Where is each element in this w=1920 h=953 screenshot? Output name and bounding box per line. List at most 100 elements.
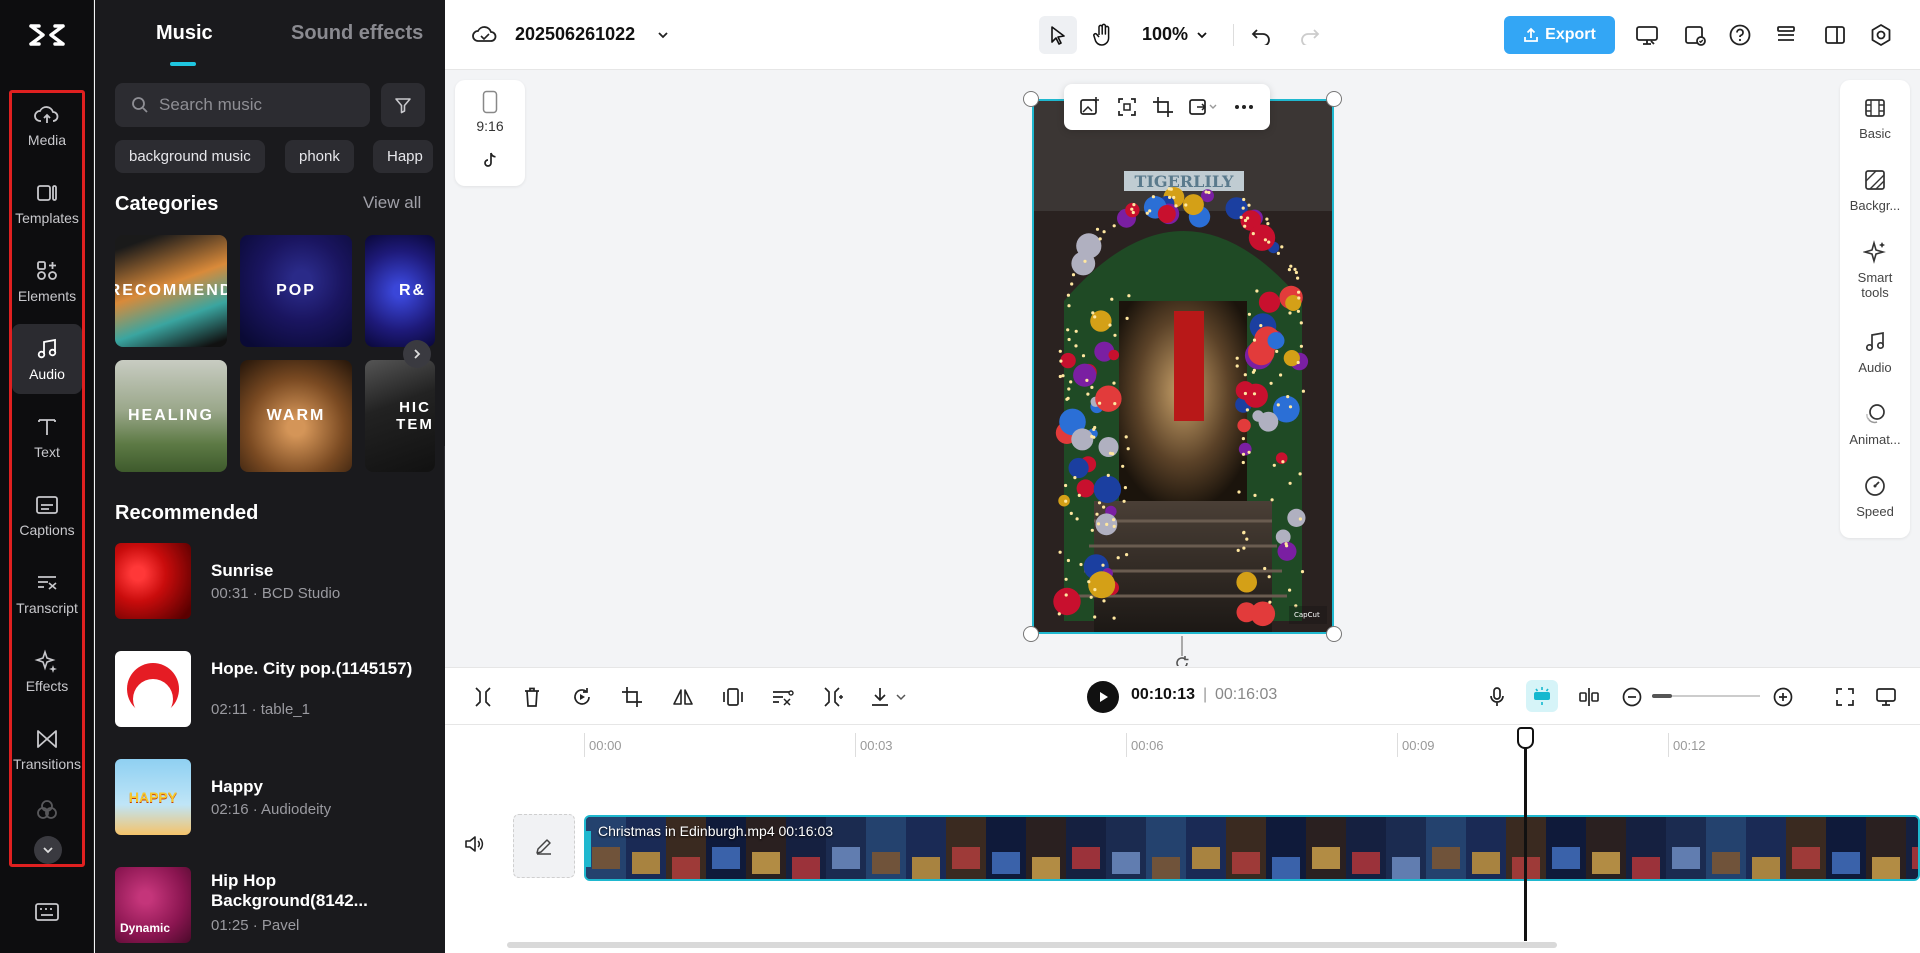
present-icon[interactable] [1632,20,1662,50]
replace-image-icon[interactable] [1188,96,1218,118]
split-audio-icon[interactable] [1576,684,1602,710]
panel-item-background[interactable]: Backgr... [1840,168,1910,213]
rail-item-transcript[interactable]: Transcript [12,558,82,628]
filter-icon [395,98,411,114]
project-name[interactable]: 202506261022 [515,24,635,45]
view-all-link[interactable]: View all [363,193,421,213]
category-rnb[interactable]: R& [365,235,435,347]
export-button[interactable]: Export [1504,16,1615,54]
tab-sound-effects[interactable]: Sound effects [291,22,423,45]
edit-cover-button[interactable] [513,814,575,878]
panel-item-smart-tools[interactable]: Smart tools [1840,240,1910,300]
layout-icon[interactable] [1820,20,1850,50]
aspect-ratio-card[interactable]: 9:16 [455,80,525,186]
timeline-scrollbar[interactable] [507,942,1557,948]
help-icon[interactable] [1725,20,1755,50]
track-volume-icon[interactable] [463,833,491,861]
video-clip[interactable]: Christmas in Edinburgh.mp4 00:16:03 [584,815,1920,881]
redo-icon[interactable] [1295,20,1325,50]
capcut-logo-icon[interactable] [27,18,67,52]
review-icon[interactable] [1680,20,1710,50]
ai-image-icon[interactable] [1079,96,1101,118]
rail-item-text[interactable]: Text [12,402,82,472]
speed-replay-icon[interactable] [569,684,595,710]
category-high-tempo[interactable]: HIC TEM [365,360,435,472]
zoom-chevron-icon[interactable] [1187,20,1217,50]
rail-more-button[interactable] [34,836,62,864]
fairy-light [1288,311,1292,315]
fairy-light [1061,374,1065,378]
settings-icon[interactable] [1866,20,1896,50]
track-item[interactable]: HAPPY Happy 02:16 · Audiodeity [115,759,435,835]
fairy-light [1059,359,1063,363]
categories-next-button[interactable] [403,340,431,368]
panel-item-basic[interactable]: Basic [1840,96,1910,141]
play-button[interactable] [1087,681,1119,713]
category-pop[interactable]: POP [240,235,352,347]
rail-item-effects[interactable]: Effects [12,636,82,706]
fit-frame-icon[interactable] [1116,96,1138,118]
track-item[interactable]: Sunrise 00:31 · BCD Studio [115,543,435,619]
rail-item-media[interactable]: Media [12,90,82,160]
category-recommend[interactable]: RECOMMEND [115,235,227,347]
download-menu-icon[interactable] [868,684,910,710]
category-warm[interactable]: WARM [240,360,352,472]
layers-icon[interactable] [1771,20,1801,50]
crop-clip-icon[interactable] [619,684,645,710]
fairy-light [1058,550,1062,554]
rail-item-templates[interactable]: Templates [12,168,82,238]
rail-item-captions[interactable]: Captions [12,480,82,550]
rail-item-audio[interactable]: Audio [12,324,82,394]
panel-item-speed[interactable]: Speed [1840,474,1910,519]
tab-music[interactable]: Music [156,22,213,45]
auto-snap-toggle[interactable] [1526,680,1558,712]
chip-phonk[interactable]: phonk [285,140,354,173]
fairy-light [1112,381,1116,385]
zoom-level[interactable]: 100% [1142,24,1188,45]
search-box[interactable] [115,83,370,127]
search-input[interactable] [159,95,349,115]
mirror-icon[interactable] [670,684,696,710]
playhead-handle[interactable] [1517,727,1534,749]
chip-background-music[interactable]: background music [115,140,265,173]
project-menu-chevron-icon[interactable] [648,20,678,50]
rail-item-elements[interactable]: Elements [12,246,82,316]
hand-tool-icon[interactable] [1088,20,1118,50]
select-tool-button[interactable] [1039,16,1077,54]
cloud-sync-icon[interactable] [470,20,500,50]
rail-item-filters[interactable] [12,792,82,832]
track-item[interactable]: Hope. City pop.(1145157) 02:11 · table_1 [115,651,435,727]
rotate-handle-icon[interactable] [1173,654,1191,666]
category-healing[interactable]: HEALING [115,360,227,472]
rail-item-transitions[interactable]: Transitions [12,714,82,784]
freeze-icon[interactable] [720,684,746,710]
zoom-out-icon[interactable] [1619,684,1645,710]
zoom-in-icon[interactable] [1770,684,1796,710]
video-preview[interactable]: TIGERLILY CapCut [1032,99,1334,634]
track-item[interactable]: Dynamic Hip Hop Background(8142... 01:25… [115,867,435,943]
resize-handle-top-left[interactable] [1023,91,1039,107]
resize-handle-bottom-left[interactable] [1023,626,1039,642]
clip-label: Christmas in Edinburgh.mp4 00:16:03 [598,823,834,839]
more-options-icon[interactable] [1233,96,1255,118]
panel-item-animation[interactable]: Animat... [1840,402,1910,447]
remove-background-icon[interactable] [770,684,796,710]
filter-button[interactable] [381,83,425,127]
fit-timeline-icon[interactable] [1832,684,1858,710]
fairy-light [1070,282,1074,286]
delete-icon[interactable] [519,684,545,710]
trim-icon[interactable] [820,684,846,710]
resize-handle-bottom-right[interactable] [1326,626,1342,642]
chip-happy[interactable]: Happ [373,140,433,173]
split-icon[interactable] [470,684,496,710]
panel-item-audio[interactable]: Audio [1840,330,1910,375]
crop-icon[interactable] [1152,96,1174,118]
clip-left-trim-handle[interactable] [586,831,591,867]
microphone-icon[interactable] [1484,684,1510,710]
timeline-view-icon[interactable] [1873,684,1899,710]
fairy-light [1058,374,1062,379]
keyboard-shortcuts-icon[interactable] [33,900,61,924]
fairy-light [1098,401,1102,405]
undo-icon[interactable] [1246,20,1276,50]
resize-handle-top-right[interactable] [1326,91,1342,107]
